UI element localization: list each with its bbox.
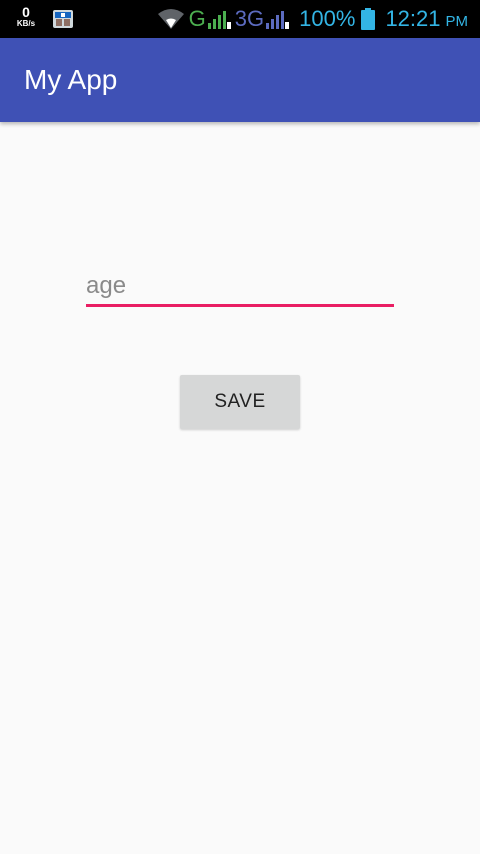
clock-ampm: PM xyxy=(445,12,469,30)
notification-icon xyxy=(53,10,73,28)
network-type-3g: 3G xyxy=(234,6,265,31)
net-speed-unit: KB/s xyxy=(16,19,36,28)
status-right-group: G 3G 100% 12:21 PM xyxy=(157,0,468,38)
battery-percent: 100% xyxy=(299,6,356,31)
app-title: My App xyxy=(24,64,118,95)
app-bar: My App xyxy=(0,38,480,122)
save-button[interactable]: SAVE xyxy=(180,375,300,429)
net-speed-value: 0 xyxy=(22,4,30,20)
battery-icon xyxy=(361,8,376,30)
net-speed-indicator: 0 KB/s xyxy=(12,5,40,28)
clock-time: 12:21 xyxy=(385,6,441,31)
signal-icon xyxy=(207,11,231,29)
age-input[interactable] xyxy=(86,268,394,307)
network-type-g: G xyxy=(188,6,206,31)
signal-icon xyxy=(266,11,290,29)
wifi-icon xyxy=(157,9,184,29)
status-bar: 0 KB/s G 3G 100% 12:21 PM xyxy=(0,0,480,38)
